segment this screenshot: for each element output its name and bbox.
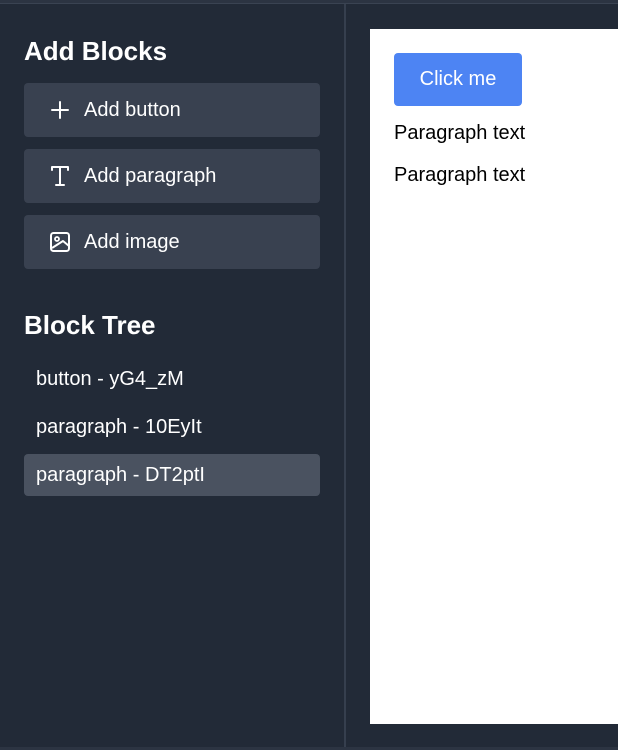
tree-item-paragraph-2[interactable]: paragraph - DT2ptI — [24, 454, 320, 496]
page-builder-app: Add Blocks Add button Add paragraph Add … — [0, 0, 618, 750]
image-icon — [48, 230, 72, 254]
plus-icon — [48, 98, 72, 122]
tree-item-button[interactable]: button - yG4_zM — [24, 358, 320, 400]
tree-item-label: paragraph - 10EyIt — [36, 415, 202, 438]
add-blocks-title: Add Blocks — [24, 36, 168, 66]
text-icon — [48, 164, 72, 188]
canvas-paragraph-2[interactable]: Paragraph text — [394, 163, 525, 187]
panel-divider — [344, 4, 346, 748]
add-image-button[interactable]: Add image — [24, 215, 320, 269]
add-button-label: Add button — [84, 98, 181, 121]
sidebar: Add Blocks Add button Add paragraph Add … — [0, 4, 345, 748]
add-button-button[interactable]: Add button — [24, 83, 320, 137]
tree-item-label: button - yG4_zM — [36, 367, 184, 390]
canvas-preview: Click me Paragraph text Paragraph text — [370, 29, 618, 724]
tree-item-paragraph-1[interactable]: paragraph - 10EyIt — [24, 406, 320, 448]
add-paragraph-label: Add paragraph — [84, 164, 217, 187]
canvas-click-button[interactable]: Click me — [394, 53, 522, 106]
add-paragraph-button[interactable]: Add paragraph — [24, 149, 320, 203]
add-image-label: Add image — [84, 230, 180, 253]
canvas-paragraph-1[interactable]: Paragraph text — [394, 121, 525, 145]
tree-item-label: paragraph - DT2ptI — [36, 463, 205, 486]
block-tree-title: Block Tree — [24, 310, 156, 340]
